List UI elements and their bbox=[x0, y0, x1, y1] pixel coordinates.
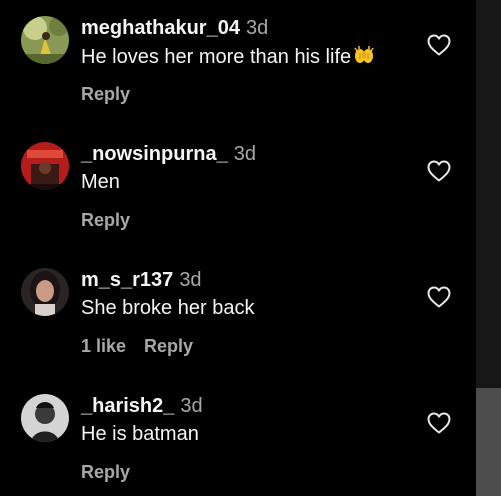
reply-button[interactable]: Reply bbox=[81, 462, 130, 482]
reply-button[interactable]: Reply bbox=[81, 84, 130, 104]
comment-username[interactable]: m_s_r137 3d bbox=[81, 269, 202, 292]
comment-timestamp: 3d bbox=[233, 143, 256, 165]
comment-actions: Reply bbox=[81, 84, 130, 105]
comment-item: meghathakur_04 3d He loves her more than … bbox=[0, 0, 476, 110]
heart-outline-icon[interactable] bbox=[427, 34, 451, 56]
heart-outline-icon[interactable] bbox=[427, 160, 451, 182]
reply-button[interactable]: Reply bbox=[81, 210, 130, 230]
avatar[interactable] bbox=[21, 394, 69, 442]
comment-username[interactable]: _harish2_ 3d bbox=[81, 395, 203, 418]
raising-hands-emoji bbox=[353, 45, 375, 65]
comment-item: _harish2_ 3d He is batman Reply bbox=[0, 378, 476, 488]
heart-outline-icon[interactable] bbox=[427, 286, 451, 308]
comment-text: He loves her more than his life bbox=[81, 45, 375, 69]
comment-item: _nowsinpurna_ 3d Men Reply bbox=[0, 126, 476, 236]
likes-count[interactable]: 1 like bbox=[81, 336, 126, 356]
comment-actions: Reply bbox=[81, 210, 130, 231]
comment-timestamp: 3d bbox=[180, 395, 203, 417]
avatar[interactable] bbox=[21, 16, 69, 64]
comment-text: Men bbox=[81, 171, 120, 193]
comment-text: She broke her back bbox=[81, 297, 255, 319]
comment-text: He is batman bbox=[81, 423, 199, 445]
comment-actions: Reply bbox=[81, 462, 130, 483]
avatar[interactable] bbox=[21, 268, 69, 316]
comment-timestamp: 3d bbox=[245, 17, 269, 39]
comments-list: meghathakur_04 3d He loves her more than … bbox=[0, 0, 476, 496]
reply-button[interactable]: Reply bbox=[144, 336, 193, 356]
comment-actions: 1 like Reply bbox=[81, 336, 193, 357]
avatar[interactable] bbox=[21, 142, 69, 190]
comment-username[interactable]: _nowsinpurna_ 3d bbox=[81, 143, 256, 166]
heart-outline-icon[interactable] bbox=[427, 412, 451, 434]
scrollbar-thumb[interactable] bbox=[476, 388, 501, 496]
comment-item: m_s_r137 3d She broke her back 1 like Repl… bbox=[0, 252, 476, 362]
comment-username[interactable]: meghathakur_04 3d bbox=[81, 17, 268, 40]
comment-timestamp: 3d bbox=[179, 269, 202, 291]
